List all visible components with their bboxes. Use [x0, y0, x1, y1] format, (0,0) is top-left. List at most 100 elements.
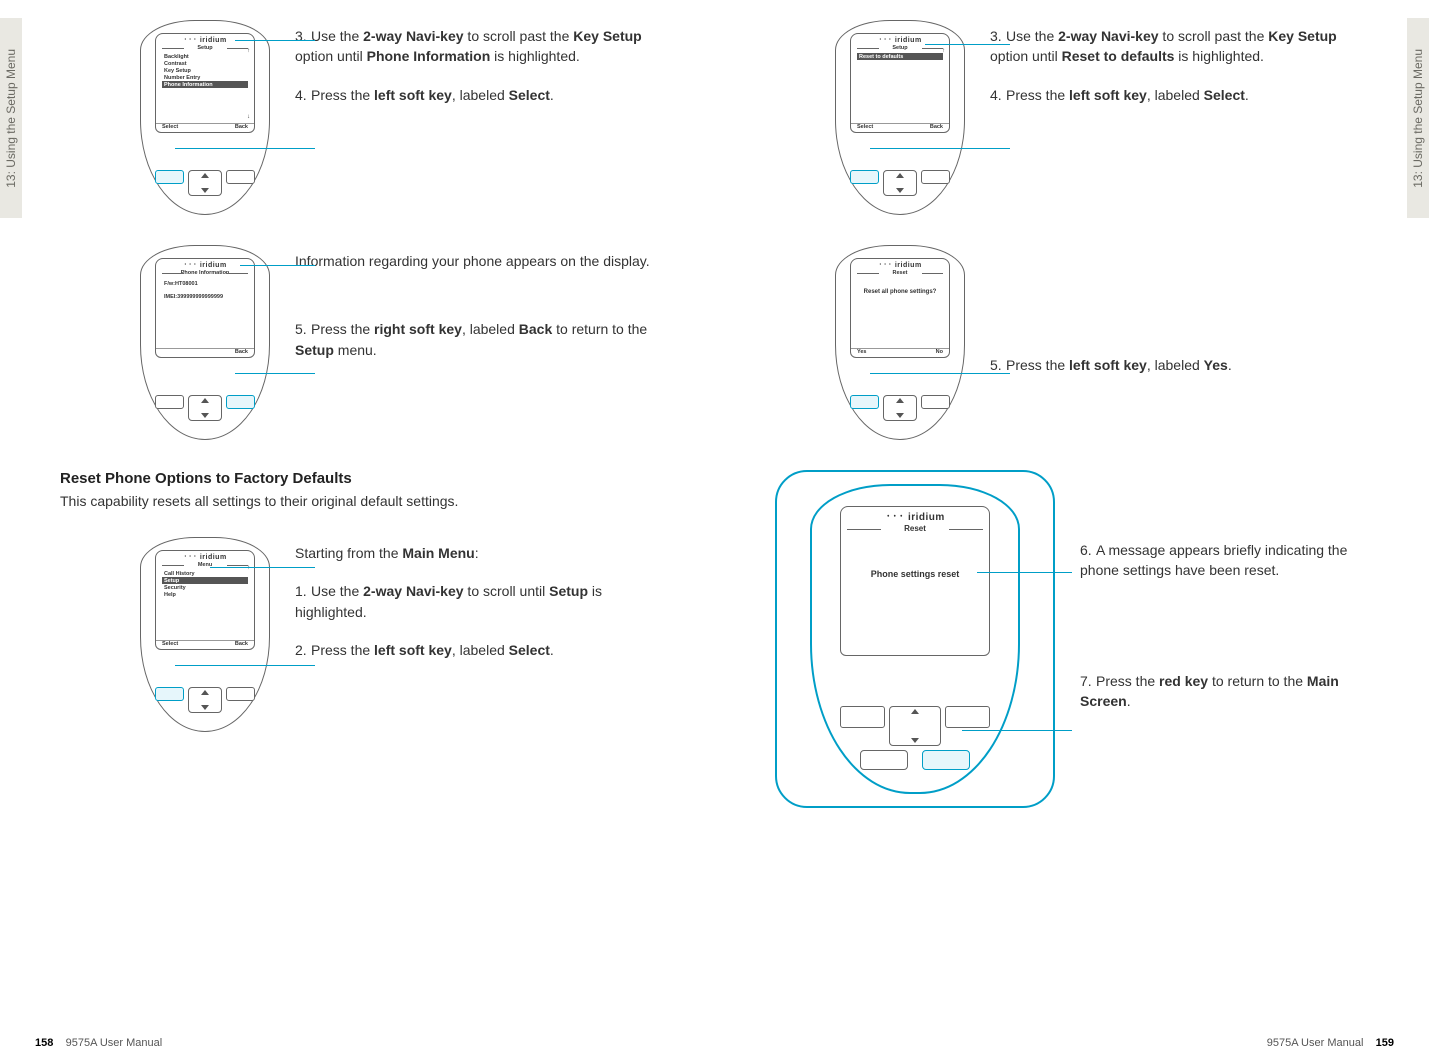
starting-text: Starting from the Main Menu: — [295, 543, 654, 563]
callout-line — [210, 567, 315, 568]
nav-up-icon — [896, 398, 904, 403]
navi-key[interactable] — [188, 395, 222, 421]
phone-illustration: ᛫᛫᛫ iridium Menu ↑ Call History Setup Se… — [140, 537, 270, 732]
navi-key[interactable] — [883, 395, 917, 421]
callout-line — [175, 148, 315, 149]
menu-item: Key Setup — [162, 67, 248, 74]
instruction-block: Information regarding your phone appears… — [295, 245, 654, 378]
step-row: ᛫᛫᛫ iridium Setup ↑ Reset to defaults Se… — [835, 20, 1369, 215]
left-soft-key[interactable] — [155, 395, 184, 409]
step-4: 4.Press the left soft key, labeled Selec… — [990, 85, 1369, 105]
nav-up-icon — [201, 398, 209, 403]
left-soft-key[interactable] — [155, 687, 184, 701]
keypad — [840, 706, 990, 770]
navi-key[interactable] — [188, 170, 222, 196]
menu-item: Backlight — [162, 53, 248, 60]
phone-device: ᛫᛫᛫ iridium Phone Information F/w:HT0800… — [140, 245, 270, 440]
left-soft-key[interactable] — [155, 170, 184, 184]
instruction-block: 3.Use the 2-way Navi-key to scroll past … — [295, 20, 654, 123]
brand-label: ᛫᛫᛫ iridium — [851, 37, 949, 44]
screen-title: Phone Information — [162, 270, 248, 276]
phone-screen: ᛫᛫᛫ iridium Reset Phone settings reset — [840, 506, 990, 656]
softkey-buttons — [155, 687, 255, 713]
keypad — [850, 170, 950, 200]
left-soft-key[interactable] — [850, 395, 879, 409]
page-footer: 9575A User Manual 159 — [1267, 1037, 1394, 1049]
chapter-tab-label: 13: Using the Setup Menu — [1411, 49, 1425, 188]
fw-line: F/w:HT08001 — [162, 280, 248, 287]
right-soft-key[interactable] — [921, 170, 950, 184]
left-softkey-label: Select — [162, 641, 178, 647]
callout-line — [870, 148, 1010, 149]
menu-item-highlighted: Phone Information — [162, 81, 248, 88]
step-row: ᛫᛫᛫ iridium Reset Phone settings reset — [775, 470, 1369, 808]
doc-title: 9575A User Manual — [66, 1037, 163, 1049]
nav-down-icon — [896, 188, 904, 193]
keypad — [850, 395, 950, 425]
menu-item: Contrast — [162, 60, 248, 67]
page-number: 159 — [1376, 1037, 1394, 1049]
nav-up-icon — [896, 173, 904, 178]
reset-message: Phone settings reset — [841, 568, 989, 581]
softkey-row: Select Back — [156, 123, 254, 130]
left-soft-key[interactable] — [850, 170, 879, 184]
phone-screen: ᛫᛫᛫ iridium Menu ↑ Call History Setup Se… — [155, 550, 255, 650]
phone-screen: ᛫᛫᛫ iridium Reset Reset all phone settin… — [850, 258, 950, 358]
menu-item: Call History — [162, 570, 248, 577]
green-key[interactable] — [860, 750, 908, 770]
step-row: ᛫᛫᛫ iridium Menu ↑ Call History Setup Se… — [140, 537, 654, 732]
softkey-buttons — [155, 395, 255, 421]
nav-down-icon — [911, 738, 919, 743]
right-softkey-label: Back — [235, 349, 248, 355]
red-key[interactable] — [922, 750, 970, 770]
screen-title: Setup — [857, 45, 943, 51]
menu-item-highlighted: Setup — [162, 577, 248, 584]
right-soft-key[interactable] — [226, 395, 255, 409]
instruction-block: 5.Press the left soft key, labeled Yes. — [990, 245, 1369, 393]
step-row: ᛫᛫᛫ iridium Phone Information F/w:HT0800… — [140, 245, 654, 440]
step-row: ᛫᛫᛫ iridium Reset Reset all phone settin… — [835, 245, 1369, 440]
left-soft-key[interactable] — [840, 706, 885, 728]
menu-list: Call History Setup Security Help — [162, 570, 248, 598]
callout-line — [977, 572, 1072, 573]
section-heading: Reset Phone Options to Factory Defaults — [60, 470, 654, 487]
right-soft-key[interactable] — [945, 706, 990, 728]
step-3: 3.Use the 2-way Navi-key to scroll past … — [990, 26, 1369, 67]
right-softkey-label: Back — [930, 124, 943, 130]
doc-title: 9575A User Manual — [1267, 1037, 1364, 1049]
menu-item: Help — [162, 591, 248, 598]
nav-down-icon — [201, 705, 209, 710]
step-2: 2.Press the left soft key, labeled Selec… — [295, 640, 654, 660]
phone-illustration: ᛫᛫᛫ iridium Setup ↑ Backlight Contrast K… — [140, 20, 270, 215]
up-arrow-icon: ↑ — [247, 565, 250, 571]
step-5: 5.Press the left soft key, labeled Yes. — [990, 355, 1369, 375]
phone-device: ᛫᛫᛫ iridium Setup ↑ Backlight Contrast K… — [140, 20, 270, 215]
navi-key[interactable] — [188, 687, 222, 713]
softkey-buttons — [155, 170, 255, 196]
right-soft-key[interactable] — [226, 687, 255, 701]
screen-title: Reset — [857, 270, 943, 276]
right-soft-key[interactable] — [226, 170, 255, 184]
right-softkey-label: Back — [235, 641, 248, 647]
phone-illustration-large: ᛫᛫᛫ iridium Reset Phone settings reset — [775, 470, 1055, 808]
keypad — [155, 170, 255, 200]
navi-key[interactable] — [883, 170, 917, 196]
softkey-buttons — [840, 706, 990, 746]
page-159: 13: Using the Setup Menu ᛫᛫᛫ iridium Set… — [715, 0, 1429, 1064]
step-6: 6.A message appears briefly indicating t… — [1080, 540, 1369, 581]
step-7: 7.Press the red key to return to the Mai… — [1080, 671, 1369, 712]
nav-up-icon — [911, 709, 919, 714]
softkey-row: Yes No — [851, 348, 949, 355]
navi-key[interactable] — [889, 706, 941, 746]
right-soft-key[interactable] — [921, 395, 950, 409]
callout-line — [235, 40, 315, 41]
up-arrow-icon: ↑ — [942, 48, 945, 54]
page-158: 13: Using the Setup Menu ᛫᛫᛫ iridium Set… — [0, 0, 714, 1064]
page-number: 158 — [35, 1037, 53, 1049]
phone-illustration: ᛫᛫᛫ iridium Setup ↑ Reset to defaults Se… — [835, 20, 965, 215]
nav-down-icon — [201, 413, 209, 418]
instruction-block: Starting from the Main Menu: 1.Use the 2… — [295, 537, 654, 678]
keypad — [155, 395, 255, 425]
callout-line — [175, 665, 315, 666]
right-softkey-label: No — [936, 349, 943, 355]
